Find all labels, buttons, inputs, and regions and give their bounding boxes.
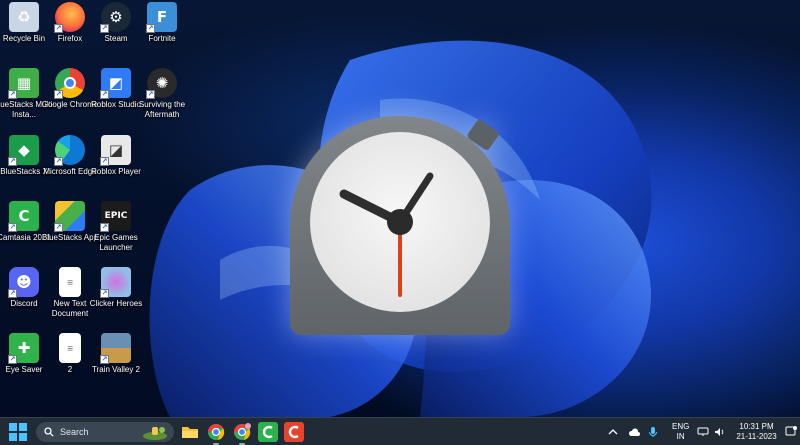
taskbar: Search ENG IN 10:31 PM 21-11-2023 [0,417,800,445]
firefox-icon: ↗ [54,2,85,33]
search-icon [44,427,54,437]
steam-icon: ↗ ⚙ [100,2,131,33]
taskbar-chrome[interactable] [206,422,226,445]
alarms-clock-app-icon [272,102,528,358]
taskbar-chrome-profile[interactable] [232,422,252,445]
desktop-icon-label: Roblox Player [91,167,141,176]
desktop-icon-label: Clicker Heroes [89,299,143,308]
volume-icon[interactable] [714,427,726,437]
desktop-icon-train-valley-2[interactable]: ↗ Train Valley 2 [92,333,140,375]
desktop-icon-grid: ♻ Recycle Bin ↗▦ BlueStacks Multi-Insta.… [0,0,190,417]
search-placeholder: Search [60,427,89,437]
desktop-icon-new-text-document[interactable]: ≡ New Text Document [46,267,94,319]
system-tray: ENG IN 10:31 PM 21-11-2023 [608,418,797,445]
desktop-icon-label: Train Valley 2 [91,365,141,374]
taskbar-camtasia[interactable] [258,422,278,442]
microphone-icon[interactable] [648,426,658,438]
taskbar-search-box[interactable]: Search [36,422,174,442]
taskbar-camtasia-recorder[interactable] [284,422,304,442]
file-explorer-icon [182,427,198,438]
text-document-icon: ≡ [59,267,81,297]
edge-icon: ↗ [54,135,85,166]
recycle-bin-icon: ♻ [9,2,39,32]
epic-games-icon: ↗ EPIC [100,201,131,232]
chevron-up-icon[interactable] [608,427,618,437]
desktop-icon-surviving-the-aftermath[interactable]: ↗ ✺ Surviving the Aftermath [138,68,186,120]
taskbar-file-explorer[interactable] [180,422,200,442]
desktop-icon-bluestacks-multi-instance[interactable]: ↗▦ BlueStacks Multi-Insta... [0,68,55,120]
language-region: IN [676,432,685,441]
clock-date-display[interactable]: 10:31 PM 21-11-2023 [736,422,776,442]
bluestacks-x-icon: ↗ ◆ [8,135,39,166]
desktop-icon-roblox-player[interactable]: ↗ ◪ Roblox Player [91,135,141,177]
input-language-indicator[interactable]: ENG IN [672,422,689,442]
fortnite-icon: ↗ F [146,2,177,33]
bluestacks-app-icon: ↗ [54,201,85,232]
train-valley-icon: ↗ [100,333,131,364]
desktop: ♻ Recycle Bin ↗▦ BlueStacks Multi-Insta.… [0,0,800,417]
onedrive-cloud-icon[interactable] [628,427,640,437]
discord-icon: ↗ ☻ [8,267,39,298]
search-highlight-art-icon [143,427,167,440]
clicker-heroes-icon: ↗ [100,267,131,298]
tray-time: 10:31 PM [739,422,774,431]
camtasia-icon: ↗ C [8,201,39,232]
notification-bell-icon[interactable] [785,426,797,438]
roblox-studio-icon: ↗ ◩ [100,68,131,99]
chrome-icon: ↗ [54,68,85,99]
desktop-icon-label: Fortnite [148,34,176,43]
chrome-icon [234,423,251,440]
text-document-icon: ≡ [59,333,81,363]
roblox-player-icon: ↗ ◪ [100,135,131,166]
network-icon[interactable] [697,427,709,437]
tray-date: 21-11-2023 [736,432,777,441]
start-button[interactable] [8,422,28,442]
desktop-icon-fortnite[interactable]: ↗ F Fortnite [138,2,186,44]
eye-saver-icon: ↗ ✚ [8,333,39,364]
bluestacks-multi-instance-icon: ↗ ▦ [8,68,39,99]
desktop-icon-clicker-heroes[interactable]: ↗ Clicker Heroes [90,267,142,309]
desktop-icon-epic-games-launcher[interactable]: ↗ EPIC Epic Games Launcher [92,201,140,253]
desktop-icon-label: Surviving the Aftermath [138,100,186,119]
surviving-the-aftermath-icon: ↗ ✺ [146,68,177,99]
windows-start-icon [9,423,27,441]
desktop-icon-label: Epic Games Launcher [94,233,138,252]
chrome-icon [208,423,225,440]
clock-icon [290,116,510,335]
camtasia-icon [262,425,273,439]
language-code: ENG [672,422,690,431]
camtasia-recorder-icon [288,425,299,439]
